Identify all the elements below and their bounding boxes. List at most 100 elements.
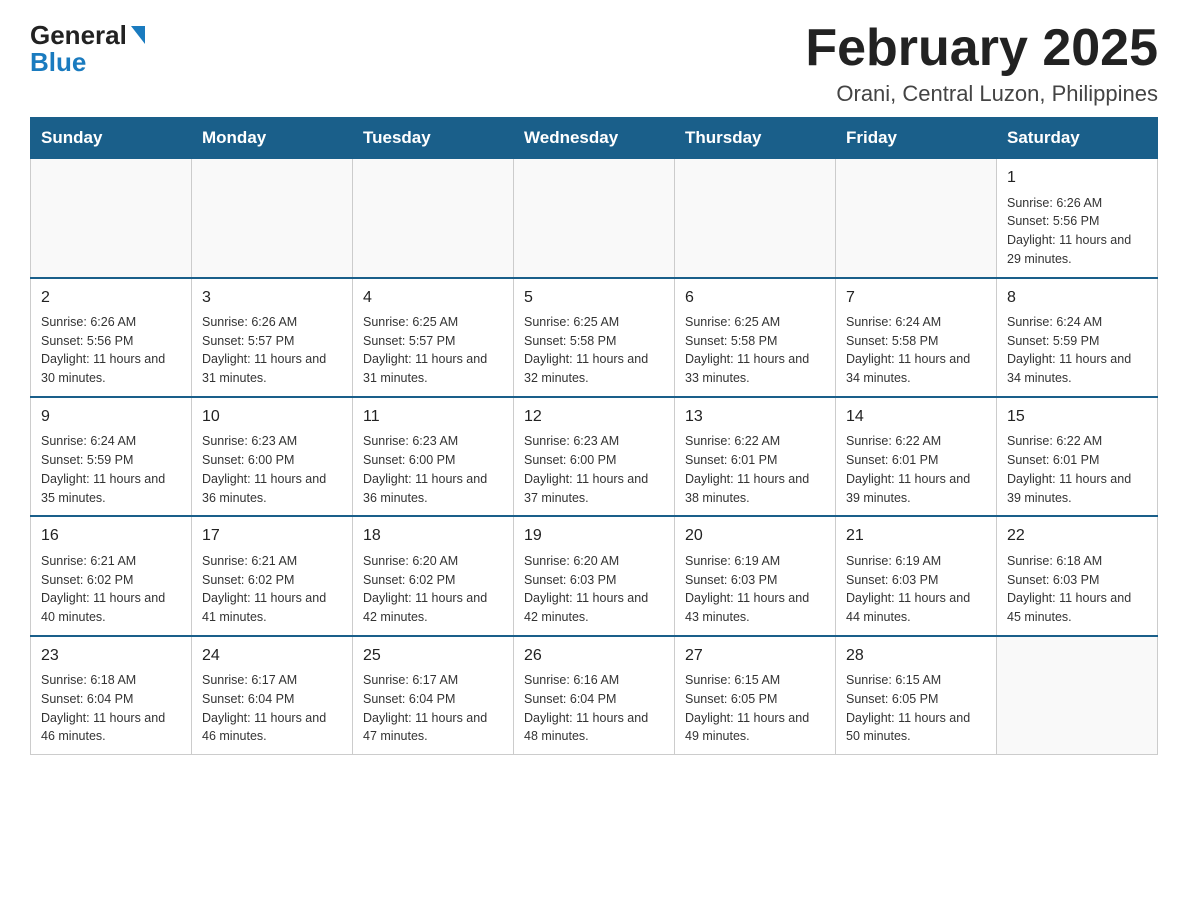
calendar-cell: 14Sunrise: 6:22 AM Sunset: 6:01 PM Dayli… xyxy=(836,397,997,516)
day-number: 25 xyxy=(363,645,503,667)
day-number: 28 xyxy=(846,645,986,667)
day-info: Sunrise: 6:23 AM Sunset: 6:00 PM Dayligh… xyxy=(363,432,503,507)
day-number: 12 xyxy=(524,406,664,428)
calendar-cell: 24 Sunrise: 6:17 AM Sunset: 6:04 PM Dayli… xyxy=(192,636,353,755)
day-number: 4 xyxy=(363,287,503,309)
calendar-cell xyxy=(514,159,675,278)
day-number: 18 xyxy=(363,525,503,547)
day-number: 2 xyxy=(41,287,181,309)
day-info: Sunrise: 6:18 AM Sunset: 6:03 PM Dayligh… xyxy=(1007,552,1147,627)
day-info: Sunrise: 6:25 AM Sunset: 5:58 PM Dayligh… xyxy=(524,313,664,388)
day-number: 26 xyxy=(524,645,664,667)
calendar-cell: 25Sunrise: 6:17 AM Sunset: 6:04 PM Dayli… xyxy=(353,636,514,755)
calendar-week-row: 9Sunrise: 6:24 AM Sunset: 5:59 PM Daylig… xyxy=(31,397,1158,516)
day-info: Sunrise: 6:22 AM Sunset: 6:01 PM Dayligh… xyxy=(1007,432,1147,507)
calendar-cell: 17 Sunrise: 6:21 AM Sunset: 6:02 PM Dayli… xyxy=(192,516,353,635)
calendar-cell: 18 Sunrise: 6:20 AM Sunset: 6:02 PM Dayli… xyxy=(353,516,514,635)
day-info: Sunrise: 6:18 AM Sunset: 6:04 PM Dayligh… xyxy=(41,671,181,746)
calendar-cell xyxy=(192,159,353,278)
weekday-header-monday: Monday xyxy=(192,118,353,159)
calendar-cell: 13 Sunrise: 6:22 AM Sunset: 6:01 PM Dayli… xyxy=(675,397,836,516)
calendar-cell: 8 Sunrise: 6:24 AM Sunset: 5:59 PM Daylig… xyxy=(997,278,1158,397)
calendar-cell xyxy=(31,159,192,278)
day-info: Sunrise: 6:15 AM Sunset: 6:05 PM Dayligh… xyxy=(846,671,986,746)
weekday-header-thursday: Thursday xyxy=(675,118,836,159)
day-info: Sunrise: 6:23 AM Sunset: 6:00 PM Dayligh… xyxy=(524,432,664,507)
calendar-week-row: 2 Sunrise: 6:26 AM Sunset: 5:56 PM Daylig… xyxy=(31,278,1158,397)
calendar-cell: 7Sunrise: 6:24 AM Sunset: 5:58 PM Daylig… xyxy=(836,278,997,397)
day-number: 9 xyxy=(41,406,181,428)
month-title: February 2025 xyxy=(805,20,1158,77)
calendar-cell: 22Sunrise: 6:18 AM Sunset: 6:03 PM Dayli… xyxy=(997,516,1158,635)
day-info: Sunrise: 6:20 AM Sunset: 6:02 PM Dayligh… xyxy=(363,552,503,627)
day-info: Sunrise: 6:22 AM Sunset: 6:01 PM Dayligh… xyxy=(685,432,825,507)
calendar-cell xyxy=(675,159,836,278)
calendar-cell: 2 Sunrise: 6:26 AM Sunset: 5:56 PM Daylig… xyxy=(31,278,192,397)
location-title: Orani, Central Luzon, Philippines xyxy=(805,81,1158,107)
day-number: 7 xyxy=(846,287,986,309)
day-info: Sunrise: 6:26 AM Sunset: 5:57 PM Dayligh… xyxy=(202,313,342,388)
calendar-cell: 27 Sunrise: 6:15 AM Sunset: 6:05 PM Dayli… xyxy=(675,636,836,755)
day-number: 8 xyxy=(1007,287,1147,309)
calendar-cell: 16Sunrise: 6:21 AM Sunset: 6:02 PM Dayli… xyxy=(31,516,192,635)
calendar-week-row: 16 Sunrise: 6:21 AM Sunset: 6:02 PM Dayli… xyxy=(31,516,1158,635)
logo-blue-text: Blue xyxy=(30,47,86,78)
day-info: Sunrise: 6:17 AM Sunset: 6:04 PM Dayligh… xyxy=(202,671,342,746)
day-number: 3 xyxy=(202,287,342,309)
day-number: 19 xyxy=(524,525,664,547)
day-number: 23 xyxy=(41,645,181,667)
calendar-cell: 28 Sunrise: 6:15 AM Sunset: 6:05 PM Dayli… xyxy=(836,636,997,755)
weekday-header-tuesday: Tuesday xyxy=(353,118,514,159)
calendar-cell: 11 Sunrise: 6:23 AM Sunset: 6:00 PM Dayli… xyxy=(353,397,514,516)
page-header: General Blue February 2025 Orani, Centra… xyxy=(30,20,1158,107)
day-number: 17 xyxy=(202,525,342,547)
calendar-cell: 1Sunrise: 6:26 AM Sunset: 5:56 PM Daylig… xyxy=(997,159,1158,278)
day-info: Sunrise: 6:16 AM Sunset: 6:04 PM Dayligh… xyxy=(524,671,664,746)
calendar-body: 1Sunrise: 6:26 AM Sunset: 5:56 PM Daylig… xyxy=(31,159,1158,755)
day-number: 20 xyxy=(685,525,825,547)
weekday-header-friday: Friday xyxy=(836,118,997,159)
calendar-table: SundayMondayTuesdayWednesdayThursdayFrid… xyxy=(30,117,1158,755)
day-number: 16 xyxy=(41,525,181,547)
day-number: 6 xyxy=(685,287,825,309)
day-info: Sunrise: 6:23 AM Sunset: 6:00 PM Dayligh… xyxy=(202,432,342,507)
calendar-cell: 26 Sunrise: 6:16 AM Sunset: 6:04 PM Dayli… xyxy=(514,636,675,755)
day-info: Sunrise: 6:25 AM Sunset: 5:58 PM Dayligh… xyxy=(685,313,825,388)
day-info: Sunrise: 6:26 AM Sunset: 5:56 PM Dayligh… xyxy=(1007,194,1147,269)
day-info: Sunrise: 6:26 AM Sunset: 5:56 PM Dayligh… xyxy=(41,313,181,388)
day-number: 27 xyxy=(685,645,825,667)
day-number: 10 xyxy=(202,406,342,428)
logo-arrow-icon xyxy=(131,26,145,44)
day-info: Sunrise: 6:22 AM Sunset: 6:01 PM Dayligh… xyxy=(846,432,986,507)
calendar-cell: 21 Sunrise: 6:19 AM Sunset: 6:03 PM Dayli… xyxy=(836,516,997,635)
calendar-week-row: 1Sunrise: 6:26 AM Sunset: 5:56 PM Daylig… xyxy=(31,159,1158,278)
calendar-cell: 9Sunrise: 6:24 AM Sunset: 5:59 PM Daylig… xyxy=(31,397,192,516)
calendar-cell xyxy=(353,159,514,278)
weekday-header-sunday: Sunday xyxy=(31,118,192,159)
calendar-cell: 10 Sunrise: 6:23 AM Sunset: 6:00 PM Dayli… xyxy=(192,397,353,516)
day-info: Sunrise: 6:20 AM Sunset: 6:03 PM Dayligh… xyxy=(524,552,664,627)
calendar-cell: 19 Sunrise: 6:20 AM Sunset: 6:03 PM Dayli… xyxy=(514,516,675,635)
day-number: 5 xyxy=(524,287,664,309)
weekday-header-wednesday: Wednesday xyxy=(514,118,675,159)
day-info: Sunrise: 6:19 AM Sunset: 6:03 PM Dayligh… xyxy=(685,552,825,627)
day-number: 24 xyxy=(202,645,342,667)
day-info: Sunrise: 6:25 AM Sunset: 5:57 PM Dayligh… xyxy=(363,313,503,388)
day-info: Sunrise: 6:21 AM Sunset: 6:02 PM Dayligh… xyxy=(202,552,342,627)
weekday-header-saturday: Saturday xyxy=(997,118,1158,159)
day-info: Sunrise: 6:15 AM Sunset: 6:05 PM Dayligh… xyxy=(685,671,825,746)
day-info: Sunrise: 6:24 AM Sunset: 5:59 PM Dayligh… xyxy=(1007,313,1147,388)
calendar-cell xyxy=(997,636,1158,755)
weekday-header-row: SundayMondayTuesdayWednesdayThursdayFrid… xyxy=(31,118,1158,159)
title-block: February 2025 Orani, Central Luzon, Phil… xyxy=(805,20,1158,107)
day-info: Sunrise: 6:19 AM Sunset: 6:03 PM Dayligh… xyxy=(846,552,986,627)
calendar-cell: 4 Sunrise: 6:25 AM Sunset: 5:57 PM Daylig… xyxy=(353,278,514,397)
day-number: 13 xyxy=(685,406,825,428)
calendar-cell xyxy=(836,159,997,278)
calendar-cell: 5 Sunrise: 6:25 AM Sunset: 5:58 PM Daylig… xyxy=(514,278,675,397)
calendar-cell: 12 Sunrise: 6:23 AM Sunset: 6:00 PM Dayli… xyxy=(514,397,675,516)
day-number: 11 xyxy=(363,406,503,428)
day-number: 15 xyxy=(1007,406,1147,428)
day-number: 21 xyxy=(846,525,986,547)
calendar-cell: 20 Sunrise: 6:19 AM Sunset: 6:03 PM Dayli… xyxy=(675,516,836,635)
